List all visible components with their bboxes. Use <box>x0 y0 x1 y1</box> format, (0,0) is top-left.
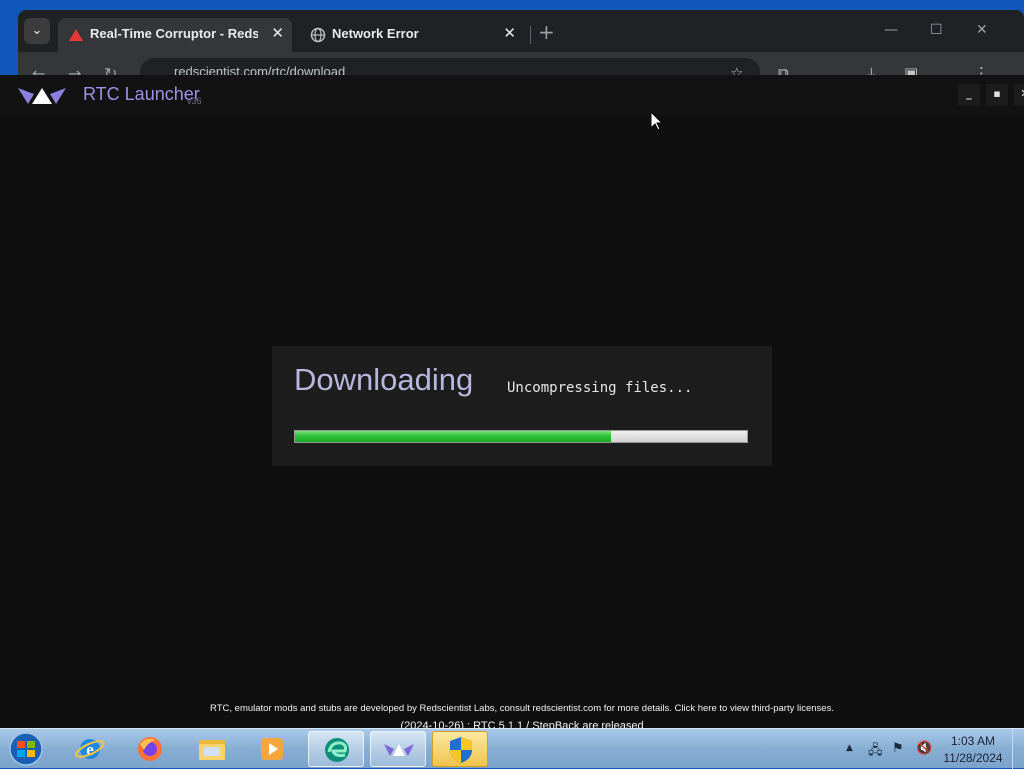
new-tab-button[interactable]: + <box>538 20 555 44</box>
launcher-minimize-button[interactable]: _ <box>958 84 980 106</box>
tab-title: Real-Time Corruptor - Redscie <box>90 26 258 41</box>
release-news-text: (2024-10-26) : RTC 5.1.1 / StepBack are … <box>400 720 644 728</box>
browser-window: ⌄ Real-Time Corruptor - Redscie ✕ Networ… <box>18 10 1024 86</box>
download-heading: Downloading <box>294 362 474 397</box>
show-hidden-icons-icon[interactable]: ▲ <box>846 743 853 753</box>
clock-time[interactable]: 1:03 AM <box>950 734 996 748</box>
app-title: RTC Launcher <box>83 84 200 104</box>
tab-strip: ⌄ Real-Time Corruptor - Redscie ✕ Networ… <box>18 10 1024 52</box>
show-desktop-button[interactable] <box>1012 729 1024 769</box>
launcher-maximize-button[interactable]: ▪ <box>986 84 1008 106</box>
internet-explorer-icon: e <box>75 739 105 759</box>
close-icon[interactable]: ✕ <box>503 24 516 42</box>
folder-icon <box>199 740 225 760</box>
tab-real-time-corruptor[interactable]: Real-Time Corruptor - Redscie ✕ <box>58 18 292 52</box>
rtc-logo-icon <box>18 88 66 104</box>
taskbar: e ▲ 🖧 ⚑ 🔇 1:03 AM 11/28/2024 <box>0 728 1024 769</box>
credits-text[interactable]: RTC, emulator mods and stubs are develop… <box>0 703 1024 714</box>
taskbar-rtc-launcher[interactable] <box>370 731 426 767</box>
maximize-icon[interactable]: ☐ <box>930 22 943 38</box>
close-icon[interactable]: ✕ <box>271 24 284 42</box>
firefox-icon <box>138 737 162 761</box>
tab-divider <box>530 26 531 44</box>
taskbar-firefox[interactable] <box>122 731 178 767</box>
rtc-launcher-window: RTC Launcher v36 _ ▪ ✕ Downloading Uncom… <box>0 75 1024 728</box>
taskbar-edge-app[interactable] <box>308 731 364 767</box>
rtc-logo-icon <box>384 744 414 756</box>
uac-shield-icon <box>450 737 472 763</box>
edge-icon <box>325 738 349 762</box>
app-version: v36 <box>187 96 202 106</box>
clock-date[interactable]: 11/28/2024 <box>940 751 1006 765</box>
close-window-icon[interactable]: ✕ <box>976 22 988 38</box>
volume-muted-icon[interactable]: 🔇 <box>916 741 932 756</box>
action-center-flag-icon[interactable]: ⚑ <box>892 741 904 756</box>
download-status: Uncompressing files... <box>507 380 693 396</box>
progress-fill <box>295 431 612 442</box>
taskbar-file-explorer[interactable] <box>184 731 240 767</box>
tab-search-button[interactable]: ⌄ <box>24 18 50 44</box>
mouse-cursor-icon <box>651 112 663 131</box>
tab-title: Network Error <box>332 26 419 41</box>
tab-network-error[interactable]: Network Error ✕ <box>300 18 524 52</box>
taskbar-internet-explorer[interactable]: e <box>62 731 118 767</box>
launcher-close-button[interactable]: ✕ <box>1014 84 1024 106</box>
taskbar-uac-prompt[interactable] <box>432 731 488 767</box>
launcher-titlebar: RTC Launcher v36 _ ▪ ✕ <box>0 75 1024 115</box>
globe-icon <box>310 27 326 43</box>
network-icon[interactable]: 🖧 <box>868 741 883 763</box>
media-player-icon <box>261 738 283 760</box>
taskbar-media-player[interactable] <box>244 731 300 767</box>
minimize-icon[interactable]: — <box>884 22 898 38</box>
download-panel: Downloading Uncompressing files... <box>272 346 772 466</box>
download-progress-bar <box>294 430 748 443</box>
redscientist-triangle-icon <box>69 29 83 41</box>
start-button[interactable] <box>6 731 46 767</box>
